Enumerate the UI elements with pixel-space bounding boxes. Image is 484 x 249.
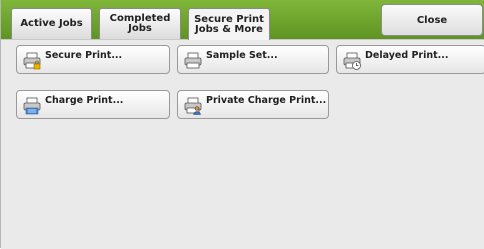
function-area: Secure Print... Sample Set... Delayed Pr… bbox=[1, 39, 484, 249]
close-button[interactable]: Close bbox=[381, 4, 483, 36]
delayed-print-button[interactable]: Delayed Print... bbox=[336, 45, 484, 74]
secure-print-button[interactable]: Secure Print... bbox=[16, 45, 170, 74]
tab-completed-jobs[interactable]: Completed Jobs bbox=[99, 8, 181, 39]
tab-active-jobs[interactable]: Active Jobs bbox=[11, 8, 92, 39]
tab-secure-print-label: Secure Print Jobs & More bbox=[194, 13, 264, 35]
printer-user-icon bbox=[184, 97, 202, 115]
sample-set-button[interactable]: Sample Set... bbox=[177, 45, 329, 74]
tab-bar: Active Jobs Completed Jobs Secure Print … bbox=[1, 0, 484, 40]
delayed-print-label: Delayed Print... bbox=[365, 50, 449, 61]
printer-icon bbox=[184, 52, 202, 69]
close-button-label: Close bbox=[416, 14, 448, 26]
tab-active-jobs-label: Active Jobs bbox=[20, 18, 83, 29]
tab-secure-print-jobs-and-more[interactable]: Secure Print Jobs & More bbox=[188, 8, 270, 40]
secure-print-label: Secure Print... bbox=[45, 50, 123, 61]
printer-clock-icon bbox=[343, 52, 361, 70]
tab-completed-jobs-label: Completed Jobs bbox=[109, 13, 171, 34]
private-charge-print-label: Private Charge Print... bbox=[206, 95, 327, 106]
printer-keypad-icon bbox=[23, 97, 41, 115]
charge-print-label: Charge Print... bbox=[45, 95, 124, 106]
jobs-panel: Active Jobs Completed Jobs Secure Print … bbox=[0, 0, 484, 249]
printer-lock-icon bbox=[23, 52, 41, 70]
charge-print-button[interactable]: Charge Print... bbox=[16, 90, 170, 119]
sample-set-label: Sample Set... bbox=[206, 50, 278, 61]
private-charge-print-button[interactable]: Private Charge Print... bbox=[177, 90, 329, 119]
